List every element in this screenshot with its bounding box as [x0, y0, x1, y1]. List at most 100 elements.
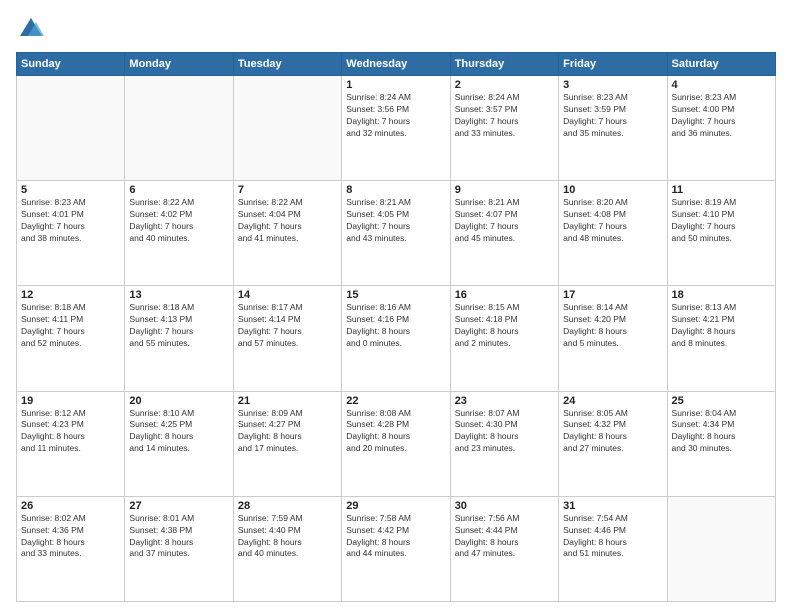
day-number: 8	[346, 184, 445, 196]
calendar-header-sunday: Sunday	[17, 53, 125, 76]
day-number: 15	[346, 289, 445, 301]
day-info: Sunrise: 8:20 AM Sunset: 4:08 PM Dayligh…	[563, 197, 662, 245]
day-number: 30	[455, 500, 554, 512]
calendar-header-saturday: Saturday	[667, 53, 775, 76]
logo	[16, 14, 48, 44]
calendar-cell: 17Sunrise: 8:14 AM Sunset: 4:20 PM Dayli…	[559, 286, 667, 391]
calendar-cell: 14Sunrise: 8:17 AM Sunset: 4:14 PM Dayli…	[233, 286, 341, 391]
day-info: Sunrise: 8:18 AM Sunset: 4:11 PM Dayligh…	[21, 302, 120, 350]
day-info: Sunrise: 8:19 AM Sunset: 4:10 PM Dayligh…	[672, 197, 771, 245]
calendar-cell: 21Sunrise: 8:09 AM Sunset: 4:27 PM Dayli…	[233, 391, 341, 496]
calendar-cell	[17, 76, 125, 181]
calendar-cell: 2Sunrise: 8:24 AM Sunset: 3:57 PM Daylig…	[450, 76, 558, 181]
day-number: 10	[563, 184, 662, 196]
calendar-cell: 30Sunrise: 7:56 AM Sunset: 4:44 PM Dayli…	[450, 496, 558, 601]
day-number: 28	[238, 500, 337, 512]
day-info: Sunrise: 8:17 AM Sunset: 4:14 PM Dayligh…	[238, 302, 337, 350]
day-info: Sunrise: 8:24 AM Sunset: 3:57 PM Dayligh…	[455, 92, 554, 140]
day-info: Sunrise: 7:58 AM Sunset: 4:42 PM Dayligh…	[346, 513, 445, 561]
calendar-table: SundayMondayTuesdayWednesdayThursdayFrid…	[16, 52, 776, 602]
calendar-cell: 4Sunrise: 8:23 AM Sunset: 4:00 PM Daylig…	[667, 76, 775, 181]
day-info: Sunrise: 8:22 AM Sunset: 4:04 PM Dayligh…	[238, 197, 337, 245]
day-info: Sunrise: 8:24 AM Sunset: 3:56 PM Dayligh…	[346, 92, 445, 140]
day-info: Sunrise: 8:18 AM Sunset: 4:13 PM Dayligh…	[129, 302, 228, 350]
calendar-cell: 24Sunrise: 8:05 AM Sunset: 4:32 PM Dayli…	[559, 391, 667, 496]
calendar-cell: 1Sunrise: 8:24 AM Sunset: 3:56 PM Daylig…	[342, 76, 450, 181]
day-number: 22	[346, 395, 445, 407]
calendar-cell: 3Sunrise: 8:23 AM Sunset: 3:59 PM Daylig…	[559, 76, 667, 181]
calendar-cell: 25Sunrise: 8:04 AM Sunset: 4:34 PM Dayli…	[667, 391, 775, 496]
day-info: Sunrise: 8:14 AM Sunset: 4:20 PM Dayligh…	[563, 302, 662, 350]
day-number: 6	[129, 184, 228, 196]
day-info: Sunrise: 8:05 AM Sunset: 4:32 PM Dayligh…	[563, 408, 662, 456]
day-info: Sunrise: 8:21 AM Sunset: 4:07 PM Dayligh…	[455, 197, 554, 245]
day-number: 17	[563, 289, 662, 301]
day-info: Sunrise: 8:16 AM Sunset: 4:16 PM Dayligh…	[346, 302, 445, 350]
day-number: 2	[455, 79, 554, 91]
day-info: Sunrise: 8:04 AM Sunset: 4:34 PM Dayligh…	[672, 408, 771, 456]
logo-icon	[16, 14, 46, 44]
calendar-cell: 23Sunrise: 8:07 AM Sunset: 4:30 PM Dayli…	[450, 391, 558, 496]
calendar-cell: 22Sunrise: 8:08 AM Sunset: 4:28 PM Dayli…	[342, 391, 450, 496]
day-number: 11	[672, 184, 771, 196]
calendar-header-friday: Friday	[559, 53, 667, 76]
calendar-week-row: 1Sunrise: 8:24 AM Sunset: 3:56 PM Daylig…	[17, 76, 776, 181]
calendar-cell: 27Sunrise: 8:01 AM Sunset: 4:38 PM Dayli…	[125, 496, 233, 601]
day-info: Sunrise: 7:54 AM Sunset: 4:46 PM Dayligh…	[563, 513, 662, 561]
day-info: Sunrise: 8:22 AM Sunset: 4:02 PM Dayligh…	[129, 197, 228, 245]
calendar-week-row: 5Sunrise: 8:23 AM Sunset: 4:01 PM Daylig…	[17, 181, 776, 286]
calendar-cell	[233, 76, 341, 181]
day-number: 25	[672, 395, 771, 407]
day-number: 7	[238, 184, 337, 196]
day-number: 13	[129, 289, 228, 301]
day-info: Sunrise: 8:08 AM Sunset: 4:28 PM Dayligh…	[346, 408, 445, 456]
calendar-cell: 15Sunrise: 8:16 AM Sunset: 4:16 PM Dayli…	[342, 286, 450, 391]
day-number: 4	[672, 79, 771, 91]
day-info: Sunrise: 8:13 AM Sunset: 4:21 PM Dayligh…	[672, 302, 771, 350]
day-info: Sunrise: 7:56 AM Sunset: 4:44 PM Dayligh…	[455, 513, 554, 561]
day-info: Sunrise: 8:15 AM Sunset: 4:18 PM Dayligh…	[455, 302, 554, 350]
calendar-header-thursday: Thursday	[450, 53, 558, 76]
day-number: 20	[129, 395, 228, 407]
day-info: Sunrise: 8:01 AM Sunset: 4:38 PM Dayligh…	[129, 513, 228, 561]
calendar-cell: 9Sunrise: 8:21 AM Sunset: 4:07 PM Daylig…	[450, 181, 558, 286]
calendar-header-monday: Monday	[125, 53, 233, 76]
day-number: 27	[129, 500, 228, 512]
day-number: 29	[346, 500, 445, 512]
day-info: Sunrise: 8:07 AM Sunset: 4:30 PM Dayligh…	[455, 408, 554, 456]
calendar-cell: 18Sunrise: 8:13 AM Sunset: 4:21 PM Dayli…	[667, 286, 775, 391]
day-number: 24	[563, 395, 662, 407]
calendar-cell: 16Sunrise: 8:15 AM Sunset: 4:18 PM Dayli…	[450, 286, 558, 391]
calendar-cell: 6Sunrise: 8:22 AM Sunset: 4:02 PM Daylig…	[125, 181, 233, 286]
day-info: Sunrise: 8:23 AM Sunset: 4:01 PM Dayligh…	[21, 197, 120, 245]
day-number: 21	[238, 395, 337, 407]
calendar-cell: 28Sunrise: 7:59 AM Sunset: 4:40 PM Dayli…	[233, 496, 341, 601]
day-number: 16	[455, 289, 554, 301]
day-number: 23	[455, 395, 554, 407]
page: SundayMondayTuesdayWednesdayThursdayFrid…	[0, 0, 792, 612]
header	[16, 14, 776, 44]
day-info: Sunrise: 7:59 AM Sunset: 4:40 PM Dayligh…	[238, 513, 337, 561]
calendar-cell: 29Sunrise: 7:58 AM Sunset: 4:42 PM Dayli…	[342, 496, 450, 601]
calendar-cell: 11Sunrise: 8:19 AM Sunset: 4:10 PM Dayli…	[667, 181, 775, 286]
calendar-week-row: 26Sunrise: 8:02 AM Sunset: 4:36 PM Dayli…	[17, 496, 776, 601]
day-number: 3	[563, 79, 662, 91]
calendar-cell: 8Sunrise: 8:21 AM Sunset: 4:05 PM Daylig…	[342, 181, 450, 286]
calendar-cell: 7Sunrise: 8:22 AM Sunset: 4:04 PM Daylig…	[233, 181, 341, 286]
day-number: 1	[346, 79, 445, 91]
day-number: 19	[21, 395, 120, 407]
day-number: 18	[672, 289, 771, 301]
calendar-cell	[667, 496, 775, 601]
day-info: Sunrise: 8:23 AM Sunset: 3:59 PM Dayligh…	[563, 92, 662, 140]
calendar-week-row: 19Sunrise: 8:12 AM Sunset: 4:23 PM Dayli…	[17, 391, 776, 496]
calendar-header-row: SundayMondayTuesdayWednesdayThursdayFrid…	[17, 53, 776, 76]
day-info: Sunrise: 8:09 AM Sunset: 4:27 PM Dayligh…	[238, 408, 337, 456]
calendar-cell: 10Sunrise: 8:20 AM Sunset: 4:08 PM Dayli…	[559, 181, 667, 286]
calendar-cell: 12Sunrise: 8:18 AM Sunset: 4:11 PM Dayli…	[17, 286, 125, 391]
calendar-week-row: 12Sunrise: 8:18 AM Sunset: 4:11 PM Dayli…	[17, 286, 776, 391]
calendar-cell: 26Sunrise: 8:02 AM Sunset: 4:36 PM Dayli…	[17, 496, 125, 601]
calendar-cell: 5Sunrise: 8:23 AM Sunset: 4:01 PM Daylig…	[17, 181, 125, 286]
day-number: 26	[21, 500, 120, 512]
calendar-cell: 13Sunrise: 8:18 AM Sunset: 4:13 PM Dayli…	[125, 286, 233, 391]
day-number: 9	[455, 184, 554, 196]
